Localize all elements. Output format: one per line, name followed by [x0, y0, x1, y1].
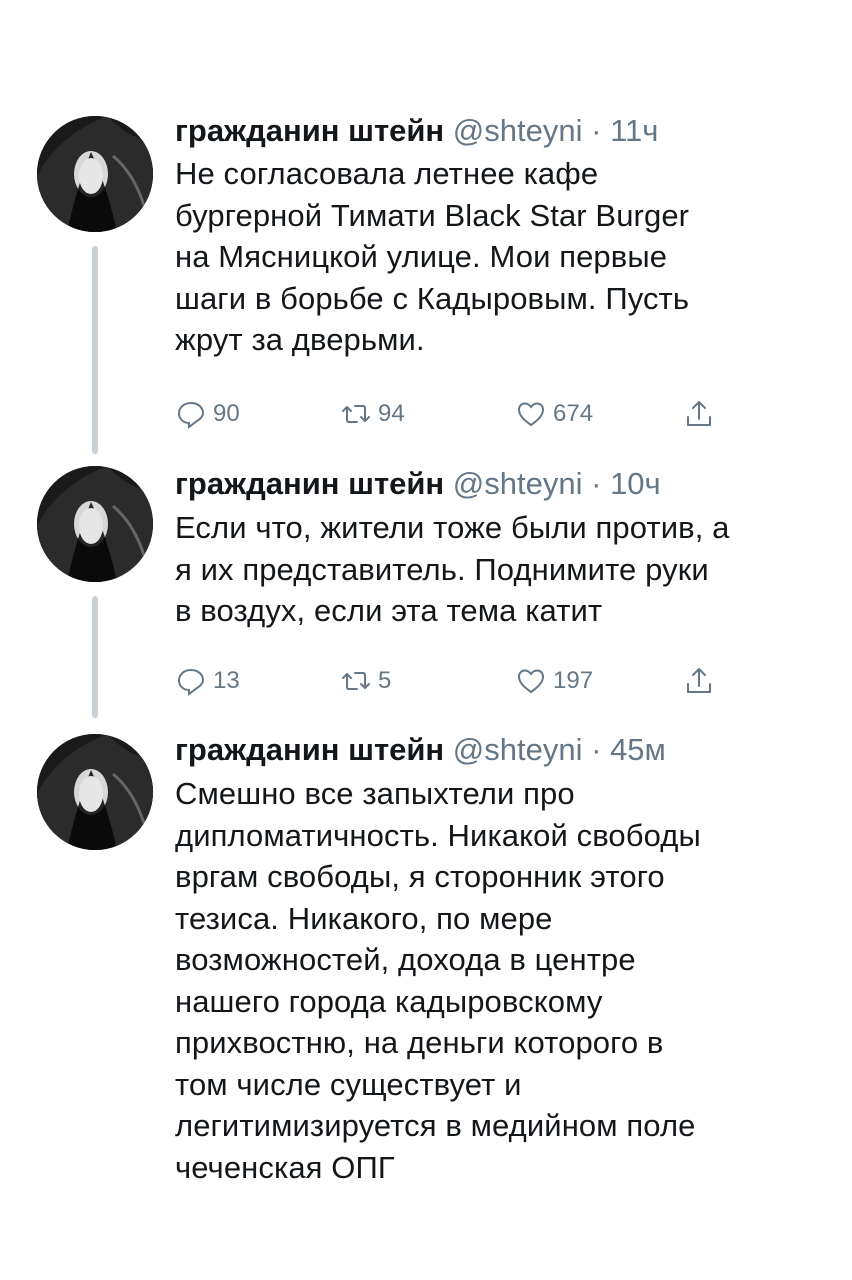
avatar[interactable]	[37, 466, 153, 582]
thread-line	[92, 246, 98, 454]
avatar[interactable]	[37, 116, 153, 232]
heart-icon	[517, 669, 545, 694]
retweet-count: 5	[378, 667, 392, 694]
username[interactable]: @shteyni	[453, 466, 583, 501]
heart-icon	[517, 402, 545, 427]
avatar-image	[37, 466, 153, 582]
separator: ·	[591, 732, 602, 767]
username[interactable]: @shteyni	[453, 732, 583, 767]
reply-button[interactable]: 90	[175, 397, 240, 431]
separator: ·	[591, 466, 602, 501]
reply-count: 90	[213, 400, 240, 427]
tweet-header: гражданин штейн @shteyni · 11ч	[175, 111, 658, 151]
tweet-header: гражданин штейн @shteyni · 45м	[175, 730, 666, 770]
like-button[interactable]: 197	[515, 664, 593, 698]
retweet-icon	[342, 405, 370, 423]
tweet-actions: 13 5 197	[175, 664, 735, 698]
reply-icon	[177, 401, 205, 429]
timestamp[interactable]: 11ч	[610, 113, 658, 148]
thread-line	[92, 596, 98, 718]
display-name[interactable]: гражданин штейн	[175, 732, 444, 767]
reply-button[interactable]: 13	[175, 664, 240, 698]
tweet-text: Не согласовала летнее кафе бургерной Тим…	[175, 156, 690, 357]
tweet-actions: 90 94 674	[175, 397, 735, 431]
tweet-text: Смешно все запыхтели про дипломатичность…	[175, 776, 701, 1185]
tweet-text: Если что, жители тоже были против, а я и…	[175, 510, 730, 628]
retweet-count: 94	[378, 400, 405, 427]
reply-count: 13	[213, 667, 240, 694]
retweet-button[interactable]: 5	[340, 664, 391, 698]
timestamp[interactable]: 45м	[610, 732, 666, 767]
like-count: 674	[553, 400, 594, 427]
like-button[interactable]: 674	[515, 397, 593, 431]
display-name[interactable]: гражданин штейн	[175, 466, 444, 501]
reply-icon	[177, 668, 205, 696]
tweet-header: гражданин штейн @shteyni · 10ч	[175, 464, 661, 504]
avatar-image	[37, 116, 153, 232]
display-name[interactable]: гражданин штейн	[175, 113, 444, 148]
share-icon	[687, 668, 711, 693]
like-count: 197	[553, 667, 594, 694]
avatar-image	[37, 734, 153, 850]
share-button[interactable]	[683, 397, 721, 431]
separator: ·	[591, 113, 602, 148]
username[interactable]: @shteyni	[453, 113, 583, 148]
retweet-icon	[342, 672, 370, 690]
avatar[interactable]	[37, 734, 153, 850]
retweet-button[interactable]: 94	[340, 397, 405, 431]
timestamp[interactable]: 10ч	[610, 466, 661, 501]
share-button[interactable]	[683, 664, 721, 698]
share-icon	[687, 401, 711, 426]
